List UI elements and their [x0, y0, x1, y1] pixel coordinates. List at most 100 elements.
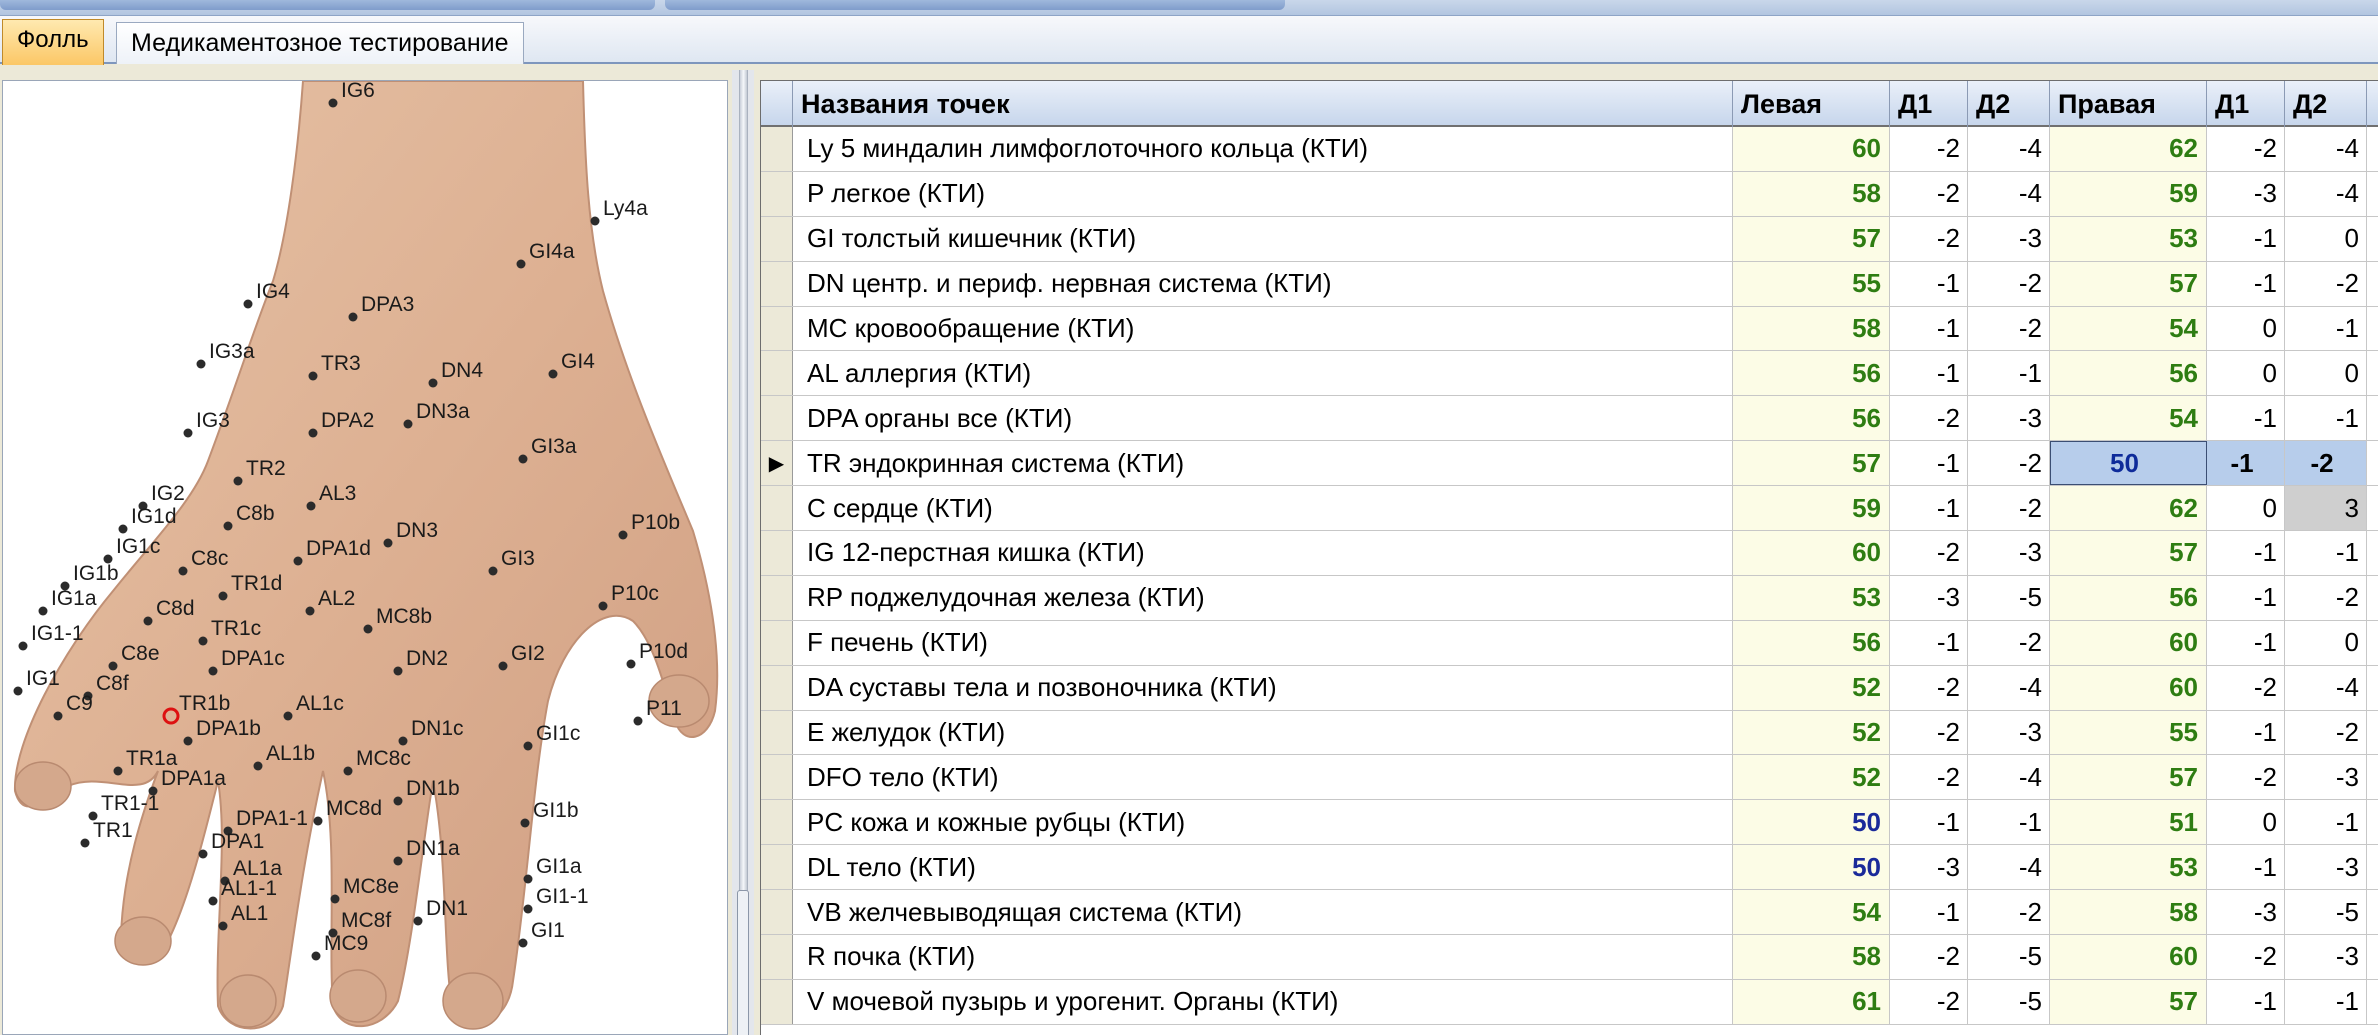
cell-left-d1[interactable]: -1: [1890, 306, 1968, 351]
row-indicator[interactable]: [761, 261, 793, 306]
table-row[interactable]: DFO тело (КТИ) 52 -2 -4 57 -2 -3: [761, 755, 2378, 801]
row-indicator[interactable]: [761, 127, 793, 171]
cell-right-d1[interactable]: -1: [2207, 979, 2285, 1024]
row-indicator[interactable]: ▶: [761, 441, 793, 486]
acupoint-tr1[interactable]: TR1: [80, 819, 133, 848]
cell-left-value[interactable]: 56: [1733, 351, 1890, 396]
cell-right-value[interactable]: 57: [2050, 755, 2207, 800]
cell-right-d2[interactable]: 3: [2285, 486, 2367, 531]
cell-right-value[interactable]: 53: [2050, 845, 2207, 890]
cell-right-d1[interactable]: -2: [2207, 755, 2285, 800]
cell-left-d2[interactable]: -2: [1968, 441, 2050, 486]
header-left-d1[interactable]: Д1: [1890, 81, 1968, 127]
cell-left-value[interactable]: 55: [1733, 261, 1890, 306]
cell-left-d1[interactable]: -2: [1890, 710, 1968, 755]
table-row[interactable]: GI толстый кишечник (КТИ) 57 -2 -3 53 -1 0: [761, 216, 2378, 262]
cell-left-d1[interactable]: -1: [1890, 800, 1968, 845]
cell-left-value[interactable]: 58: [1733, 935, 1890, 979]
cell-left-d2[interactable]: -4: [1968, 171, 2050, 216]
cell-point-name[interactable]: AL аллергия (КТИ): [793, 351, 1733, 396]
cell-right-d2[interactable]: -1: [2285, 396, 2367, 441]
cell-right-d1[interactable]: 0: [2207, 351, 2285, 396]
row-indicator[interactable]: [761, 171, 793, 216]
header-right[interactable]: Правая: [2050, 81, 2207, 127]
cell-right-value[interactable]: 54: [2050, 396, 2207, 441]
table-row[interactable]: VB желчевыводящая система (КТИ) 54 -1 -2 58-…: [761, 890, 2378, 936]
cell-right-d2[interactable]: 0: [2285, 351, 2367, 396]
cell-right-d1[interactable]: -1: [2207, 575, 2285, 620]
table-row[interactable]: AL аллергия (КТИ) 56 -1 -1 56 0 0: [761, 351, 2378, 397]
cell-left-d1[interactable]: -1: [1890, 486, 1968, 531]
tab-medication-testing[interactable]: Медикаментозное тестирование: [116, 22, 524, 64]
cell-point-name[interactable]: V мочевой пузырь и урогенит. Органы (КТИ…: [793, 979, 1733, 1024]
row-indicator[interactable]: [761, 845, 793, 890]
cell-right-value[interactable]: 56: [2050, 575, 2207, 620]
cell-point-name[interactable]: IG 12-перстная кишка (КТИ): [793, 531, 1733, 575]
row-indicator[interactable]: [761, 710, 793, 755]
cell-right-value[interactable]: 59: [2050, 171, 2207, 216]
cell-left-value[interactable]: 50: [1733, 800, 1890, 845]
table-row[interactable]: DN центр. и периф. нервная система (КТИ)…: [761, 261, 2378, 307]
acupoint-ig1a[interactable]: IG1a: [38, 587, 97, 616]
cell-right-d1[interactable]: 0: [2207, 800, 2285, 845]
cell-right-d2[interactable]: -3: [2285, 935, 2367, 979]
cell-left-d1[interactable]: -2: [1890, 127, 1968, 171]
cell-right-value[interactable]: 62: [2050, 486, 2207, 531]
cell-right-value[interactable]: 53: [2050, 216, 2207, 261]
row-indicator[interactable]: [761, 486, 793, 531]
cell-left-d2[interactable]: -2: [1968, 620, 2050, 665]
cell-left-d2[interactable]: -2: [1968, 306, 2050, 351]
cell-right-value[interactable]: 51: [2050, 800, 2207, 845]
cell-left-value[interactable]: 58: [1733, 306, 1890, 351]
row-indicator[interactable]: [761, 531, 793, 575]
cell-right-d1[interactable]: -1: [2207, 531, 2285, 575]
cell-point-name[interactable]: DN центр. и периф. нервная система (КТИ): [793, 261, 1733, 306]
cell-left-value[interactable]: 60: [1733, 531, 1890, 575]
cell-right-value[interactable]: 57: [2050, 531, 2207, 575]
splitter-scroll-thumb[interactable]: [737, 890, 749, 1035]
cell-left-d1[interactable]: -1: [1890, 890, 1968, 935]
cell-right-d1[interactable]: -2: [2207, 935, 2285, 979]
cell-left-value[interactable]: 54: [1733, 890, 1890, 935]
cell-left-value[interactable]: 60: [1733, 127, 1890, 171]
cell-right-value[interactable]: 58: [2050, 890, 2207, 935]
header-right-d2[interactable]: Д2: [2285, 81, 2367, 127]
row-indicator[interactable]: [761, 665, 793, 710]
cell-left-d1[interactable]: -2: [1890, 531, 1968, 575]
cell-right-value[interactable]: 60: [2050, 935, 2207, 979]
cell-point-name[interactable]: TR эндокринная система (КТИ): [793, 441, 1733, 486]
cell-right-d2[interactable]: -2: [2285, 441, 2367, 486]
header-right-d1[interactable]: Д1: [2207, 81, 2285, 127]
cell-right-d2[interactable]: -4: [2285, 127, 2367, 171]
table-row[interactable]: MC кровообращение (КТИ) 58 -1 -2 54 0 -1: [761, 306, 2378, 352]
row-indicator[interactable]: [761, 216, 793, 261]
cell-right-value[interactable]: 62: [2050, 127, 2207, 171]
table-row[interactable]: DPA органы все (КТИ) 56 -2 -3 54 -1 -1: [761, 396, 2378, 442]
cell-right-d2[interactable]: -1: [2285, 979, 2367, 1024]
acupoint-gi1-1[interactable]: GI1-1: [523, 885, 589, 914]
row-indicator[interactable]: [761, 935, 793, 979]
cell-right-d1[interactable]: -1: [2207, 620, 2285, 665]
cell-left-d1[interactable]: -2: [1890, 755, 1968, 800]
cell-point-name[interactable]: E желудок (КТИ): [793, 710, 1733, 755]
cell-right-d2[interactable]: -3: [2285, 755, 2367, 800]
table-row[interactable]: PC кожа и кожные рубцы (КТИ) 50 -1 -1 51 0 -1: [761, 800, 2378, 846]
cell-right-value[interactable]: 54: [2050, 306, 2207, 351]
cell-left-d2[interactable]: -5: [1968, 935, 2050, 979]
cell-left-value[interactable]: 52: [1733, 710, 1890, 755]
header-left-d2[interactable]: Д2: [1968, 81, 2050, 127]
cell-right-value[interactable]: 55: [2050, 710, 2207, 755]
cell-left-d1[interactable]: -3: [1890, 575, 1968, 620]
panel-splitter[interactable]: [732, 70, 754, 1035]
cell-left-value[interactable]: 52: [1733, 755, 1890, 800]
cell-left-value[interactable]: 61: [1733, 979, 1890, 1024]
cell-left-d1[interactable]: -2: [1890, 665, 1968, 710]
cell-left-d1[interactable]: -2: [1890, 171, 1968, 216]
tab-foll[interactable]: Фолль: [2, 19, 104, 65]
cell-right-d2[interactable]: -4: [2285, 171, 2367, 216]
acupoint-gi1[interactable]: GI1: [518, 919, 565, 948]
cell-right-d2[interactable]: -1: [2285, 800, 2367, 845]
acupoint-gi1a[interactable]: GI1a: [523, 855, 582, 884]
cell-left-value[interactable]: 56: [1733, 620, 1890, 665]
cell-left-d2[interactable]: -4: [1968, 127, 2050, 171]
